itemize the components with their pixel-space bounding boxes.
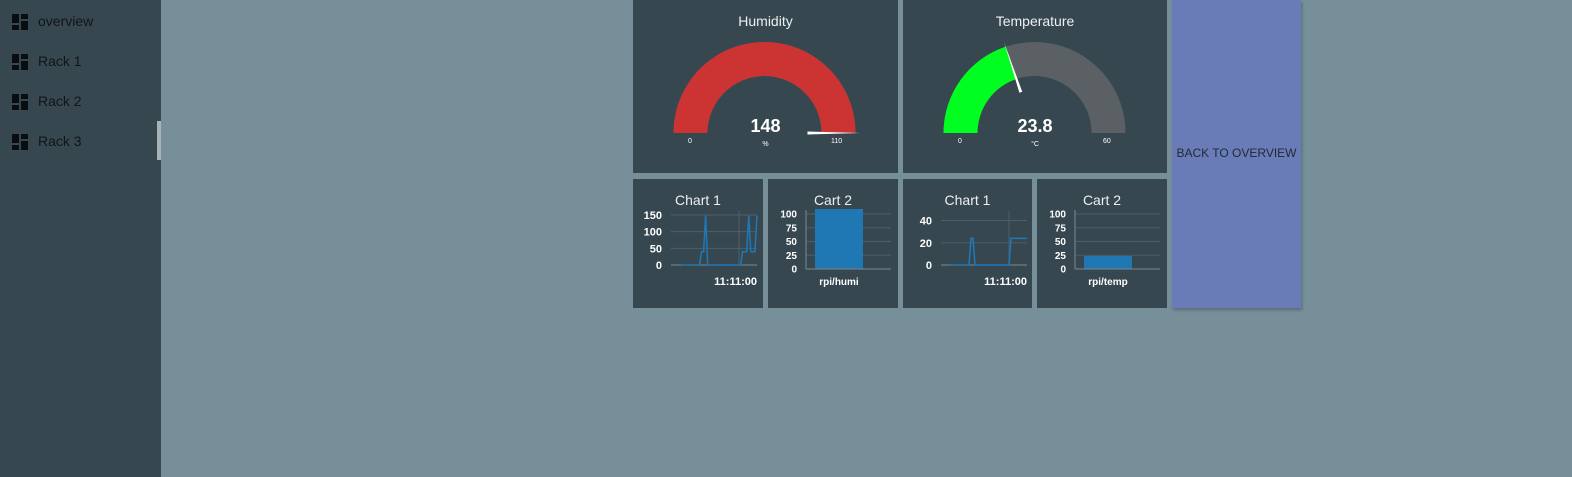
y-tick-label: 50	[650, 243, 662, 255]
x-category-label: rpi/humi	[819, 277, 859, 288]
chart-series-line	[681, 215, 758, 266]
gauge-max-label: 60	[1103, 138, 1111, 145]
humidity-bar-chart: 100 75 50 25 0 rpi/humi	[780, 209, 891, 288]
temperature-bar-chart: 100 75 50 25 0 rpi/temp	[1049, 210, 1160, 288]
dashboard-icon	[12, 14, 28, 30]
y-tick-label: 25	[1055, 251, 1067, 262]
temperature-line-chart-card: Chart 1 40 20 0 11:11:00	[903, 179, 1032, 308]
temperature-gauge-card: Temperature 23.8 °C 0 60	[903, 0, 1167, 173]
sidebar-item-label: Rack 3	[38, 133, 82, 149]
dashboard-icon	[12, 94, 28, 110]
y-tick-label: 0	[926, 260, 932, 272]
y-tick-label: 75	[786, 223, 798, 234]
back-to-overview-label: BACK TO OVERVIEW	[1176, 146, 1297, 160]
sidebar-item-label: Rack 2	[38, 93, 82, 109]
y-tick-label: 25	[786, 251, 798, 262]
chart-bar	[815, 209, 863, 269]
y-tick-label: 50	[1055, 237, 1067, 248]
temperature-line-chart: 40 20 0 11:11:00	[920, 211, 1027, 288]
temperature-bar-chart-card: Cart 2 100 75 50 25 0 rpi/temp	[1037, 179, 1167, 308]
gauge-value: 148	[750, 116, 781, 136]
gauge-unit: °C	[1031, 141, 1039, 148]
y-tick-label: 0	[656, 260, 662, 272]
sidebar-item-rack-1[interactable]: Rack 1	[0, 40, 161, 80]
humidity-line-chart: 150 100 50 0 11:11:00	[644, 210, 758, 288]
sidebar: overview Rack 1 Rack 2 Rack 3	[0, 0, 161, 477]
y-tick-label: 40	[920, 216, 932, 228]
dashboard-icon	[12, 54, 28, 70]
gauge-max-label: 110	[831, 138, 843, 145]
y-tick-label: 0	[1060, 265, 1066, 276]
sidebar-item-label: overview	[38, 13, 94, 29]
dashboard-icon	[12, 134, 28, 150]
x-tick-label: 11:11:00	[984, 276, 1027, 288]
sidebar-item-label: Rack 1	[38, 53, 82, 69]
sidebar-item-rack-2[interactable]: Rack 2	[0, 80, 161, 120]
gauge-unit: %	[762, 141, 769, 148]
humidity-line-chart-card: Chart 1 150 100 50 0 11:11:00	[633, 179, 763, 308]
x-category-label: rpi/temp	[1088, 277, 1127, 288]
y-tick-label: 150	[644, 210, 662, 222]
y-tick-label: 50	[786, 237, 798, 248]
back-to-overview-button[interactable]: BACK TO OVERVIEW	[1172, 0, 1301, 308]
y-tick-label: 100	[1049, 210, 1066, 221]
humidity-bar-chart-card: Cart 2 100 75 50 25 0 rpi/humi	[768, 179, 898, 308]
gauge-min-label: 0	[688, 138, 692, 145]
y-tick-label: 75	[1055, 223, 1067, 234]
sidebar-resize-handle[interactable]	[157, 121, 161, 160]
gauge-min-label: 0	[958, 138, 962, 145]
sidebar-item-rack-3[interactable]: Rack 3	[0, 120, 161, 160]
y-tick-label: 0	[791, 265, 797, 276]
humidity-gauge-card: Humidity 148 % 0 110	[633, 0, 898, 173]
gauge-value: 23.8	[1017, 116, 1053, 136]
y-tick-label: 20	[920, 238, 932, 250]
y-tick-label: 100	[644, 227, 662, 239]
sidebar-item-overview[interactable]: overview	[0, 0, 161, 40]
x-tick-label: 11:11:00	[714, 276, 757, 288]
chart-bar	[1084, 255, 1132, 269]
y-tick-label: 100	[780, 210, 797, 221]
